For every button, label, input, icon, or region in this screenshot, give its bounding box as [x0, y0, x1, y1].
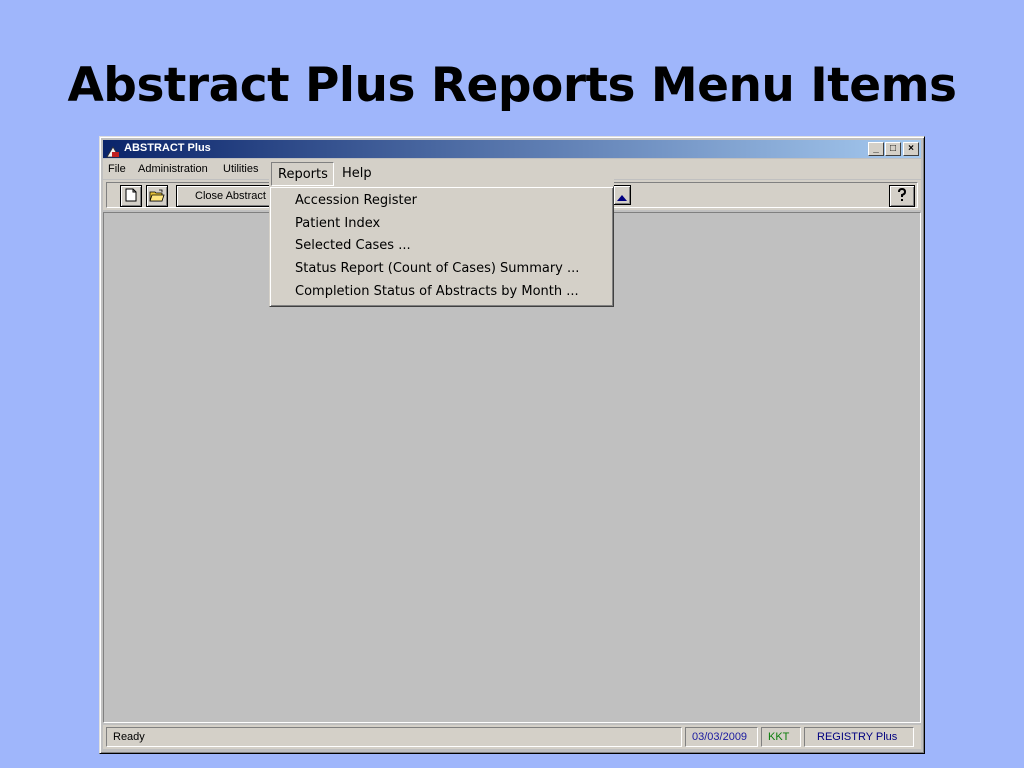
menu-item-status-report-summary[interactable]: Status Report (Count of Cases) Summary .…: [295, 261, 579, 276]
title-bar[interactable]: ABSTRACT Plus _ □ ×: [103, 140, 921, 158]
menu-item-accession-register[interactable]: Accession Register: [295, 193, 417, 208]
open-folder-icon: [149, 187, 165, 206]
reports-dropdown-menu: Accession Register Patient Index Selecte…: [269, 186, 614, 307]
status-registry: REGISTRY Plus: [804, 727, 914, 747]
open-folder-button[interactable]: [146, 185, 168, 207]
status-bar: Ready 03/03/2009 KKT REGISTRY Plus: [103, 725, 921, 749]
menu-help[interactable]: Help: [342, 166, 372, 181]
status-user: KKT: [761, 727, 801, 747]
close-abstract-button[interactable]: Close Abstract: [176, 185, 276, 207]
close-icon: ×: [908, 143, 914, 154]
abstract-plus-app-icon: [106, 143, 120, 158]
slide-title: Abstract Plus Reports Menu Items: [67, 58, 957, 113]
maximize-button[interactable]: □: [885, 142, 901, 156]
close-window-button[interactable]: ×: [903, 142, 919, 156]
status-date: 03/03/2009: [685, 727, 758, 747]
help-icon: [897, 187, 907, 206]
menu-reports[interactable]: Reports: [271, 162, 334, 186]
scroll-up-icon: [617, 186, 627, 205]
maximize-icon: □: [889, 143, 897, 154]
menu-administration[interactable]: Administration: [138, 163, 208, 175]
reports-menu-header-area: Reports Help: [269, 160, 614, 187]
window-title: ABSTRACT Plus: [124, 142, 211, 154]
new-document-icon: [125, 187, 137, 206]
new-document-button[interactable]: [120, 185, 142, 207]
menu-file[interactable]: File: [108, 163, 126, 175]
menu-utilities[interactable]: Utilities: [223, 163, 258, 175]
minimize-button[interactable]: _: [868, 142, 884, 156]
scroll-up-button[interactable]: [613, 185, 631, 205]
minimize-icon: _: [873, 143, 879, 154]
menu-item-completion-status-by-month[interactable]: Completion Status of Abstracts by Month …: [295, 284, 579, 299]
menu-item-selected-cases[interactable]: Selected Cases ...: [295, 238, 411, 253]
help-button[interactable]: [889, 185, 915, 207]
status-text: Ready: [106, 727, 682, 747]
menu-item-patient-index[interactable]: Patient Index: [295, 216, 380, 231]
